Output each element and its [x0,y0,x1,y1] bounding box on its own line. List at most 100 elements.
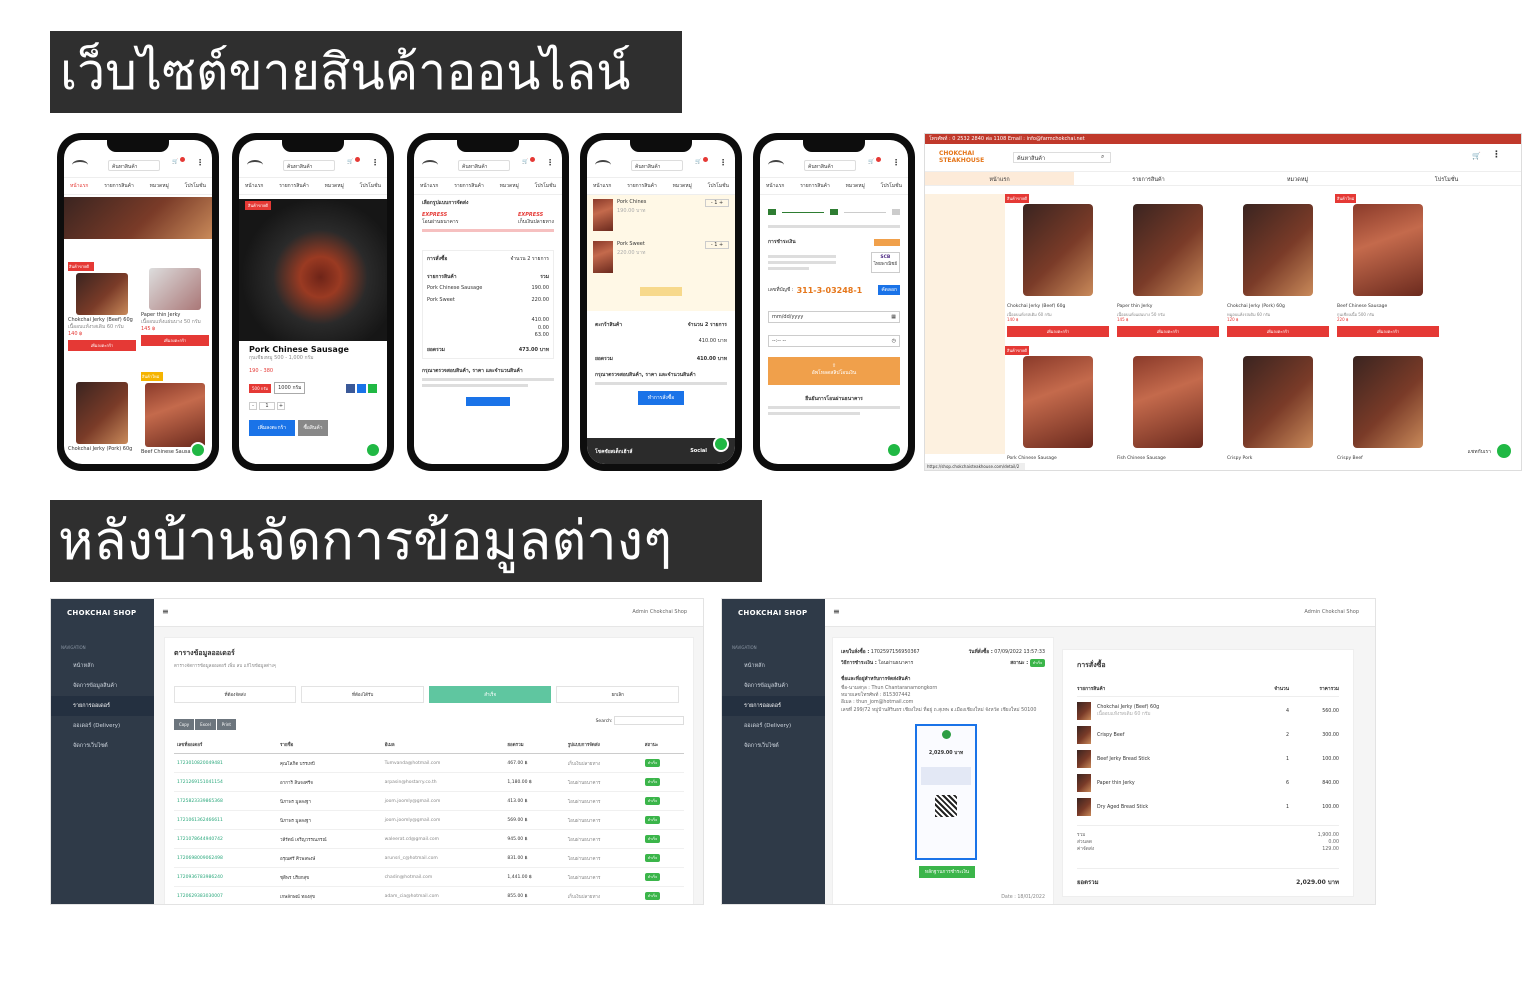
product-card[interactable]: สินค้าขายดี Chokchai Jerky (Beef) 60g เน… [68,262,136,351]
column-header[interactable]: ยอดรวม [504,736,565,754]
nav-categories[interactable]: หมวดหมู่ [673,182,692,190]
order-id[interactable]: 1723010820049481 [174,753,277,773]
admin-brand[interactable]: CHOKCHAI SHOP [722,599,825,627]
menu-icon[interactable]: ⋮ [1492,150,1501,160]
order-id[interactable]: 1721078644940742 [174,829,277,849]
quantity-stepper[interactable]: -1 + [249,402,377,410]
update-cart-button[interactable] [640,287,682,296]
product-card[interactable]: สินค้าใหม่ Beef Chinese Sausage กุนเชียงเน… [1335,194,1441,344]
sidebar-item-website[interactable]: จัดการเว็บไซต์ [51,736,154,756]
cart-icon[interactable]: 🛒 [868,157,881,169]
tab-cancelled[interactable]: ยกเลิก [556,686,679,703]
column-header[interactable]: อีเมล [381,736,505,754]
column-header[interactable]: เลขที่ออเดอร์ [174,736,277,754]
cart-icon[interactable]: 🛒 [695,157,708,169]
add-to-cart-button[interactable]: เพิ่มลงตะกร้า [249,420,295,436]
checkout-button[interactable]: ทำการสั่งซื้อ [638,391,684,405]
menu-icon[interactable]: ⋮ [546,158,554,167]
sidebar-item-delivery[interactable]: ออเดอร์ (Delivery) [722,716,825,736]
hero-banner[interactable] [64,197,212,239]
order-id[interactable]: 1721061362466611 [174,810,277,830]
nav-categories[interactable]: หมวดหมู่ [325,182,344,190]
product-card[interactable]: Crispy Beef [1335,346,1441,470]
search-input[interactable]: ค้นหาสินค้า [108,160,160,171]
product-card[interactable]: Fish Chinese Sausage [1115,346,1221,470]
product-card[interactable]: Crispy Pork [1225,346,1331,470]
cart-icon[interactable]: 🛒 [172,157,185,169]
chat-icon[interactable] [886,442,902,458]
menu-icon[interactable]: ⋮ [892,158,900,167]
nav-products[interactable]: รายการสินค้า [1074,172,1223,185]
admin-brand[interactable]: CHOKCHAI SHOP [51,599,154,627]
add-to-cart-button[interactable]: เพิ่มลงตะกร้า [68,340,136,351]
cart-icon[interactable]: 🛒 [1472,152,1481,160]
search-input[interactable]: ค้นหาสินค้า [631,160,683,171]
product-card[interactable]: Chokchai Jerky (Pork) 60g [68,380,136,452]
search-icon[interactable]: ⌕ [1101,153,1104,161]
order-id[interactable]: 1721269151041154 [174,772,277,792]
nav-products[interactable]: รายการสินค้า [800,182,830,190]
nav-promotions[interactable]: โปรโมชั่น [535,182,556,190]
nav-promotions[interactable]: โปรโมชั่น [1372,172,1521,185]
menu-icon[interactable]: ⋮ [371,158,379,167]
admin-user[interactable]: Admin Chokchai Shop [1304,609,1359,615]
option-1000g[interactable]: 1000 กรัม [274,382,306,394]
add-to-cart-button[interactable]: เพิ่มลงตะกร้า [1117,326,1219,337]
menu-icon[interactable]: ⋮ [719,158,727,167]
quantity-stepper[interactable]: - 1 + [705,199,729,207]
product-card[interactable]: สินค้าขายดี Pork Chinese Sausage [1005,346,1111,470]
tab-completed[interactable]: สำเร็จ [428,686,552,703]
nav-promotions[interactable]: โปรโมชั่น [360,182,381,190]
order-id[interactable]: 1720936783986240 [174,867,277,887]
payment-slip-image[interactable]: 2,029.00 บาท [915,723,977,860]
chat-icon[interactable] [1495,442,1513,460]
nav-products[interactable]: รายการสินค้า [627,182,657,190]
search-input[interactable]: ค้นหาสินค้า [1013,152,1111,163]
search-input[interactable]: ค้นหาสินค้า [458,160,510,171]
chat-icon[interactable] [190,442,206,458]
cart-icon[interactable]: 🛒 [522,157,535,169]
shipping-option-transfer[interactable]: EXPRESS โอนผ่านธนาคาร [422,212,458,226]
nav-home[interactable]: หน้าแรก [925,172,1074,185]
nav-home[interactable]: หน้าแรก [245,182,263,190]
add-to-cart-button[interactable]: เพิ่มลงตะกร้า [1007,326,1109,337]
quantity-stepper[interactable]: - 1 + [705,241,729,249]
upload-slip-button[interactable]: ⇪ อัพโหลดสลิปโอนเงิน [768,357,900,385]
nav-home[interactable]: หน้าแรก [70,182,88,190]
transfer-date-input[interactable]: mm/dd/yyyy ▦ [768,311,900,323]
nav-products[interactable]: รายการสินค้า [279,182,309,190]
product-card[interactable]: Paper thin Jerky เนื้ออบแห้งแผ่นบาง 50 กร… [1115,194,1221,344]
search-input[interactable]: ค้นหาสินค้า [283,160,335,171]
nav-categories[interactable]: หมวดหมู่ [150,182,169,190]
nav-categories[interactable]: หมวดหมู่ [500,182,519,190]
nav-categories[interactable]: หมวดหมู่ [1223,172,1372,185]
column-header[interactable]: รายชื่อ [277,736,382,754]
order-id[interactable]: 1725823339865368 [174,791,277,811]
excel-button[interactable]: Excel [195,719,216,730]
chat-icon[interactable] [713,436,729,452]
product-card[interactable]: Paper thin Jerky เนื้ออบแห้งแผ่นบาง 50 ก… [141,262,209,346]
copy-button[interactable]: Copy [174,719,195,730]
buy-now-button[interactable]: ซื้อสินค้า [298,420,328,436]
option-500g[interactable]: 500 กรัม [249,383,272,393]
brand-logo[interactable]: CHOKCHAI STEAKHOUSE [939,150,995,164]
add-to-cart-button[interactable]: เพิ่มลงตะกร้า [141,335,209,346]
order-id[interactable]: 1720629383030007 [174,886,277,904]
search-input[interactable] [614,716,684,725]
nav-promotions[interactable]: โปรโมชั่น [881,182,902,190]
nav-promotions[interactable]: โปรโมชั่น [185,182,206,190]
admin-user[interactable]: Admin Chokchai Shop [632,609,687,615]
nav-home[interactable]: หน้าแรก [593,182,611,190]
sidebar-item-orders[interactable]: รายการออเดอร์ [722,696,825,716]
view-slip-button[interactable]: หลักฐานการชำระเงิน [919,865,975,878]
tab-to-receive[interactable]: ที่ต้องได้รับ [301,686,424,703]
transfer-time-input[interactable]: --:-- -- ◷ [768,335,900,347]
column-header[interactable]: รูปแบบการจัดส่ง [564,736,642,754]
nav-home[interactable]: หน้าแรก [420,182,438,190]
search-input[interactable]: ค้นหาสินค้า [804,160,856,171]
messenger-icon[interactable] [357,383,366,393]
product-card[interactable]: สินค้าขายดี Chokchai Jerky (Beef) 60g เนื้… [1005,194,1111,344]
order-id[interactable]: 1720698009062498 [174,848,277,868]
sidebar-item-products[interactable]: จัดการข้อมูลสินค้า [51,676,154,696]
column-header[interactable]: สถานะ [641,736,684,754]
